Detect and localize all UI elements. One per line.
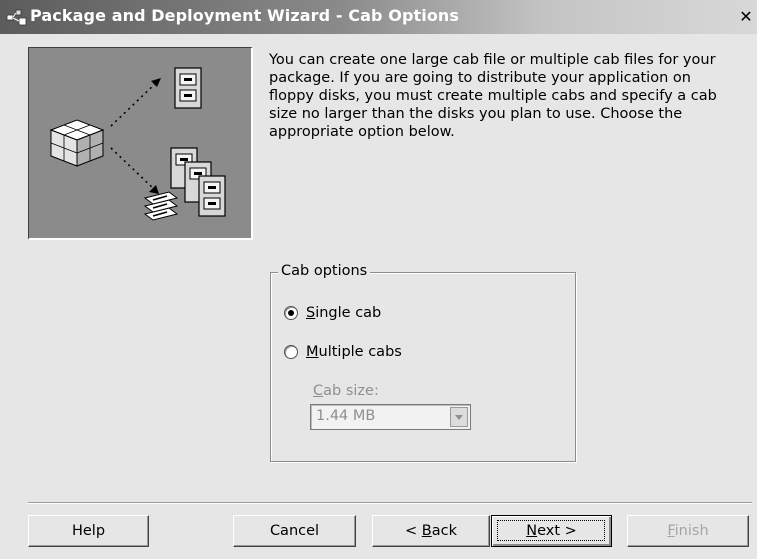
single-cab-label: Single cab <box>306 305 382 321</box>
wizard-illustration <box>28 47 253 240</box>
button-separator <box>28 502 752 504</box>
cab-distribution-illustration <box>49 67 226 221</box>
package-icon <box>49 119 105 167</box>
title-bar[interactable]: Package and Deployment Wizard - Cab Opti… <box>0 0 757 34</box>
help-button[interactable]: Help <box>28 515 149 547</box>
cab-options-legend: Cab options <box>278 263 371 279</box>
cab-size-value: 1.44 MB <box>316 408 376 424</box>
single-cab-radio[interactable]: Single cab <box>284 303 381 323</box>
cancel-button[interactable]: Cancel <box>233 515 356 547</box>
next-button[interactable]: Next > <box>491 515 612 547</box>
finish-button: Finish <box>627 515 749 547</box>
multiple-cabs-label: Multiple cabs <box>306 344 402 360</box>
wizard-window: Package and Deployment Wizard - Cab Opti… <box>0 0 757 559</box>
back-button[interactable]: < Back <box>372 515 490 547</box>
single-cab-icon <box>174 67 202 109</box>
radio-unselected-icon[interactable] <box>284 345 298 359</box>
cab-size-select[interactable]: 1.44 MB <box>310 404 471 430</box>
window-title: Package and Deployment Wizard - Cab Opti… <box>30 6 460 25</box>
multiple-cabs-radio[interactable]: Multiple cabs <box>284 342 402 362</box>
instructions-text: You can create one large cab file or mul… <box>269 52 717 140</box>
close-icon[interactable]: ✕ <box>737 8 755 26</box>
cab-size-label: Cab size: <box>313 383 379 399</box>
dropdown-arrow-icon[interactable] <box>450 407 468 427</box>
multiple-cabs-icon <box>170 147 226 217</box>
floppy-disks-icon <box>143 191 179 221</box>
setup-wizard-icon <box>6 9 27 26</box>
radio-selected-icon[interactable] <box>284 306 298 320</box>
cab-options-group <box>270 272 576 462</box>
